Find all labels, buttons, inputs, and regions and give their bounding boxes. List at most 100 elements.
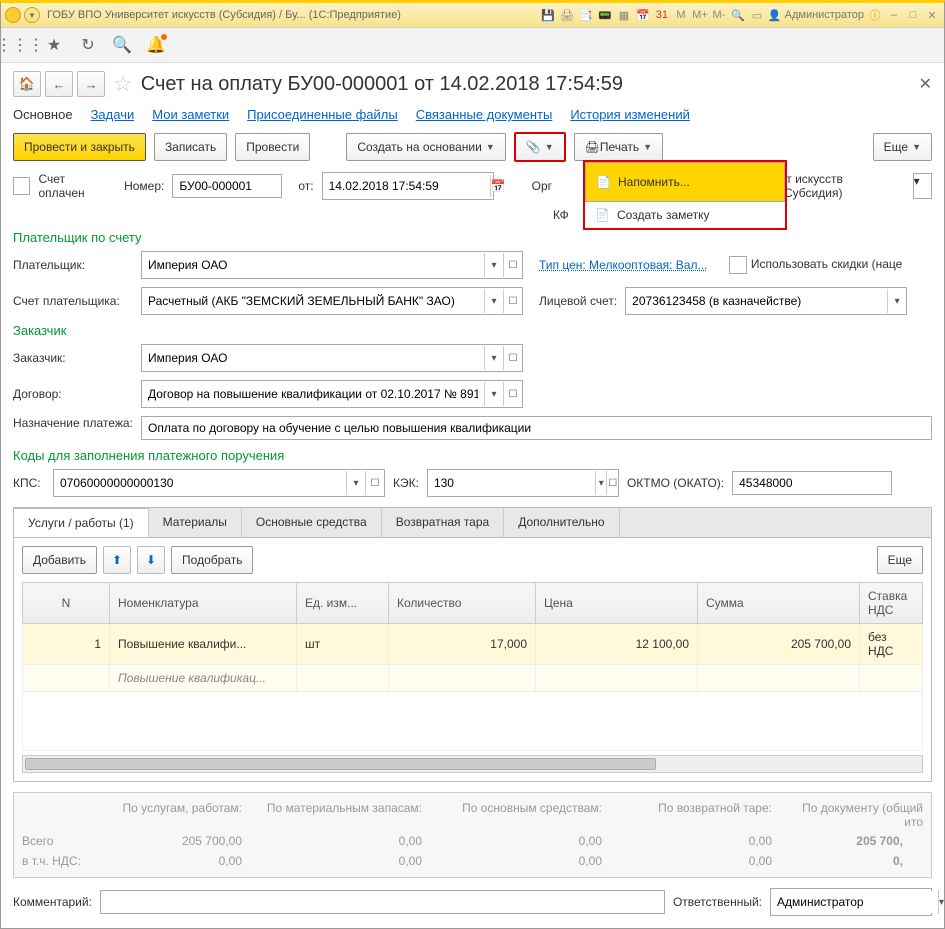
remind-icon: 📄 [596, 175, 610, 189]
notifications-icon[interactable]: 🔔 [147, 36, 165, 54]
star-icon[interactable]: ☆ [113, 71, 133, 97]
col-nom[interactable]: Номенклатура [110, 583, 297, 624]
number-label: Номер: [124, 179, 164, 193]
main-toolbar: ⋮⋮⋮ ★ ↻ 🔍 🔔 [1, 28, 944, 63]
info-icon[interactable]: ⓘ [867, 7, 883, 23]
tab-extra[interactable]: Дополнительно [504, 508, 619, 537]
col-n[interactable]: N [23, 583, 110, 624]
grid-icon[interactable]: ▦ [616, 7, 632, 23]
user-info[interactable]: 👤 Администратор [768, 9, 864, 22]
close-tab-icon[interactable]: ✕ [919, 74, 932, 94]
calendar-picker-icon[interactable]: 📅 [490, 175, 506, 197]
detail-tabs: Услуги / работы (1) Материалы Основные с… [13, 507, 932, 537]
calendar-icon[interactable]: 📅 [635, 7, 651, 23]
customer-label: Заказчик: [13, 351, 133, 365]
favorite-icon[interactable]: ★ [45, 36, 63, 54]
tab-returnable[interactable]: Возвратная тара [382, 508, 505, 537]
post-close-button[interactable]: Провести и закрыть [13, 133, 146, 161]
save-button[interactable]: Записать [154, 133, 227, 161]
date-input[interactable]: 📅 [322, 172, 494, 200]
print-icon[interactable]: 🖨 [559, 7, 575, 23]
oktmo-input[interactable] [732, 471, 892, 495]
contract-select[interactable]: ▾☐ [141, 380, 523, 408]
reminder-dropdown: 📄Напомнить... 📄Создать заметку [583, 160, 787, 230]
tab-fixed[interactable]: Основные средства [242, 508, 382, 537]
org-dropdown-icon[interactable]: ▾ [913, 173, 932, 199]
calc-icon[interactable]: 📟 [597, 7, 613, 23]
tab-history[interactable]: История изменений [570, 107, 690, 122]
h-scrollbar[interactable] [22, 755, 923, 773]
col-vat[interactable]: Ставка НДС [860, 583, 923, 624]
home-button[interactable]: 🏠 [13, 71, 41, 97]
create-based-button[interactable]: Создать на основании▼ [346, 133, 505, 161]
date-icon[interactable]: 31 [654, 7, 670, 23]
kps-select[interactable]: ▾☐ [53, 469, 385, 497]
payer-select[interactable]: ▾☐ [141, 251, 523, 279]
tab-linked[interactable]: Связанные документы [416, 107, 553, 122]
items-table: N Номенклатура Ед. изм... Количество Цен… [22, 582, 923, 692]
col-price[interactable]: Цена [536, 583, 698, 624]
payer-acc-select[interactable]: ▾☐ [141, 287, 523, 315]
tab-tasks[interactable]: Задачи [91, 107, 135, 122]
purpose-label: Назначение платежа: [13, 416, 133, 432]
layout-icon[interactable]: ▭ [749, 7, 765, 23]
print-button[interactable]: 🖨 Печать▼ [574, 133, 663, 161]
history-icon[interactable]: ↻ [79, 36, 97, 54]
table-row[interactable]: 1 Повышение квалифи... шт 17,000 12 100,… [23, 624, 923, 665]
org-label: Орг [532, 179, 552, 193]
number-input[interactable] [172, 174, 282, 198]
table-more-button[interactable]: Еще [877, 546, 923, 574]
compare-icon[interactable]: 📑 [578, 7, 594, 23]
back-button[interactable]: ← [45, 71, 73, 97]
move-down-button[interactable]: ⬇ [137, 546, 165, 574]
more-button[interactable]: Еще▼ [873, 133, 932, 161]
vat-label: в т.ч. НДС: [22, 854, 92, 868]
paid-checkbox[interactable] [13, 177, 30, 195]
section-customer: Заказчик [13, 323, 932, 338]
m-minus-icon[interactable]: M- [711, 7, 727, 23]
move-up-button[interactable]: ⬆ [103, 546, 131, 574]
pick-button[interactable]: Подобрать [171, 546, 253, 574]
totals-panel: По услугам, работам: По материальным зап… [13, 792, 932, 878]
ls-select[interactable]: ▾ [625, 287, 907, 315]
kfo-label: КФ [553, 208, 569, 222]
col-qty[interactable]: Количество [389, 583, 536, 624]
app-menu-dropdown[interactable]: ▼ [24, 7, 40, 23]
m-plus-icon[interactable]: M+ [692, 7, 708, 23]
add-row-button[interactable]: Добавить [22, 546, 97, 574]
responsible-select[interactable]: ▾ [770, 888, 932, 916]
note-icon: 📄 [595, 208, 609, 222]
paid-label: Счет оплачен [38, 172, 112, 200]
attach-button[interactable]: 📎▼ [514, 132, 566, 162]
kek-select[interactable]: ▾☐ [427, 469, 619, 497]
kek-label: КЭК: [393, 476, 419, 490]
table-empty-area [22, 691, 923, 751]
col-sum[interactable]: Сумма [698, 583, 860, 624]
minimize-icon[interactable]: – [886, 7, 902, 23]
maximize-icon[interactable]: □ [905, 7, 921, 23]
price-type-link[interactable]: Тип цен: Мелкооптовая: Вал... [539, 258, 707, 272]
table-row-sub[interactable]: Повышение квалификац... [23, 665, 923, 692]
purpose-input[interactable] [141, 416, 932, 440]
forward-button[interactable]: → [77, 71, 105, 97]
comment-input[interactable] [100, 890, 665, 914]
tab-main[interactable]: Основное [13, 107, 73, 122]
tab-materials[interactable]: Материалы [149, 508, 242, 537]
remind-menu-item[interactable]: 📄Напомнить... [585, 162, 785, 202]
post-button[interactable]: Провести [235, 133, 310, 161]
total-label: Всего [22, 834, 92, 848]
m-icon[interactable]: M [673, 7, 689, 23]
from-label: от: [298, 179, 313, 193]
save-icon[interactable]: 💾 [540, 7, 556, 23]
tab-files[interactable]: Присоединенные файлы [247, 107, 398, 122]
zoom-icon[interactable]: 🔍 [730, 7, 746, 23]
customer-select[interactable]: ▾☐ [141, 344, 523, 372]
apps-icon[interactable]: ⋮⋮⋮ [11, 36, 29, 54]
discount-checkbox[interactable] [729, 256, 747, 274]
tab-services[interactable]: Услуги / работы (1) [14, 508, 149, 537]
close-window-icon[interactable]: ✕ [924, 7, 940, 23]
create-note-menu-item[interactable]: 📄Создать заметку [585, 202, 785, 228]
search-icon[interactable]: 🔍 [113, 36, 131, 54]
tab-notes[interactable]: Мои заметки [152, 107, 229, 122]
col-unit[interactable]: Ед. изм... [297, 583, 389, 624]
